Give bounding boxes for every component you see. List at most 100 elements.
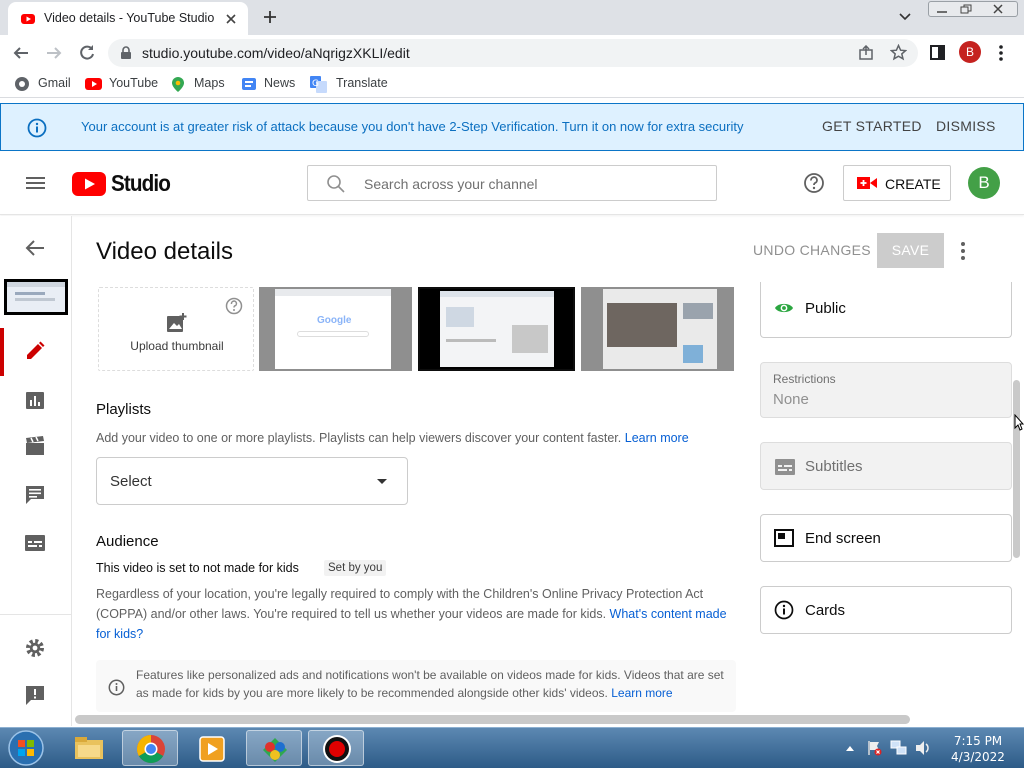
folder-icon (75, 736, 105, 760)
video-thumbnail-small[interactable] (4, 279, 68, 315)
browser-tab[interactable]: Video details - YouTube Studio (8, 2, 248, 35)
reload-icon[interactable] (78, 44, 96, 62)
hamburger-menu-icon[interactable] (26, 175, 46, 191)
feedback-icon[interactable] (24, 684, 46, 706)
security-banner: Your account is at greater risk of attac… (0, 103, 1024, 151)
subtitles-icon[interactable] (24, 534, 46, 552)
thumbnail-line (15, 292, 45, 295)
end-screen-label: End screen (805, 530, 881, 547)
browser-menu-icon[interactable] (998, 44, 1004, 62)
info-circle-icon (774, 600, 794, 620)
youtube-logo-icon (72, 172, 106, 196)
studio-logo[interactable]: Studio (72, 170, 172, 198)
taskbar-recorder[interactable] (308, 730, 364, 766)
playlists-description: Add your video to one or more playlists.… (96, 428, 736, 448)
thumbnail-block (512, 325, 548, 353)
notice-learn-more-link[interactable]: Learn more (611, 686, 672, 700)
address-bar[interactable]: studio.youtube.com/video/aNqrigzXKLI/edi… (108, 39, 918, 67)
comments-icon[interactable] (24, 484, 46, 506)
thumbnail-line (446, 339, 496, 342)
taskbar-app[interactable] (246, 730, 302, 766)
thumbnail-photo (607, 303, 677, 347)
account-avatar[interactable]: B (968, 167, 1000, 199)
notice-text-block: Features like personalized ads and notif… (136, 666, 726, 702)
thumbnail-bar (440, 291, 554, 297)
tab-search-chevron-icon[interactable] (898, 11, 912, 23)
thumbnail-bar (7, 282, 65, 287)
taskbar-chrome[interactable] (122, 730, 178, 766)
close-tab-icon[interactable] (224, 12, 238, 26)
volume-icon[interactable] (914, 740, 932, 756)
mouse-cursor-icon (1014, 414, 1024, 432)
more-options-icon[interactable] (960, 241, 966, 261)
audience-status: This video is set to not made for kids (96, 561, 299, 575)
end-screen-card[interactable]: End screen (760, 514, 1012, 562)
active-indicator (0, 328, 4, 376)
taskbar-clock[interactable]: 7:15 PM 4/3/2022 (938, 733, 1018, 765)
video-details-content: Video details UNDO CHANGES SAVE Upload t… (72, 216, 1024, 726)
thumbnail-screen: Google (275, 289, 391, 369)
save-button[interactable]: SAVE (877, 233, 944, 268)
visibility-card[interactable]: Public (760, 282, 1012, 338)
clock-time: 7:15 PM (953, 734, 1003, 748)
share-icon[interactable] (858, 45, 874, 61)
get-started-button[interactable]: GET STARTED (822, 118, 922, 134)
horizontal-scrollbar[interactable] (75, 715, 910, 724)
window-controls (928, 1, 1018, 17)
auto-thumbnail-3[interactable] (581, 287, 734, 371)
minimize-icon[interactable] (935, 4, 949, 15)
lock-icon[interactable] (120, 46, 132, 60)
new-tab-icon[interactable] (262, 9, 278, 25)
cards-card[interactable]: Cards (760, 586, 1012, 634)
record-icon (322, 734, 352, 764)
back-arrow-icon[interactable] (24, 238, 46, 258)
analytics-icon[interactable] (24, 390, 46, 410)
create-button[interactable]: CREATE (843, 165, 951, 201)
visibility-value: Public (805, 300, 846, 317)
visibility-eye-icon (774, 301, 794, 315)
restore-icon[interactable] (959, 3, 973, 15)
info-icon (27, 118, 47, 138)
svg-text:G: G (312, 79, 319, 89)
action-center-flag-icon[interactable] (866, 740, 882, 756)
thumbnail-help-icon[interactable] (225, 297, 243, 315)
undo-changes-button[interactable]: UNDO CHANGES (753, 242, 871, 258)
restrictions-card[interactable]: Restrictions None (760, 362, 1012, 418)
browser-profile-avatar[interactable]: B (959, 41, 981, 63)
playlist-select[interactable]: Select (96, 457, 408, 505)
auto-thumbnail-1[interactable]: Google (259, 287, 412, 371)
rail-divider (0, 614, 72, 615)
window-close-icon[interactable] (991, 3, 1005, 15)
start-orb-icon[interactable] (6, 729, 46, 767)
restrictions-label: Restrictions (773, 372, 836, 386)
back-arrow-icon[interactable] (12, 44, 30, 62)
network-icon[interactable] (890, 740, 908, 756)
subtitles-icon (775, 459, 795, 475)
playlists-learn-more-link[interactable]: Learn more (625, 431, 689, 445)
vertical-scrollbar[interactable] (1013, 380, 1020, 558)
browser-toolbar: studio.youtube.com/video/aNqrigzXKLI/edi… (0, 35, 1024, 71)
tab-title: Video details - YouTube Studio (44, 11, 215, 25)
bookmark-star-icon[interactable] (890, 44, 907, 61)
taskbar-explorer[interactable] (61, 730, 117, 766)
url-text: studio.youtube.com/video/aNqrigzXKLI/edi… (142, 45, 410, 61)
taskbar-media-player[interactable] (184, 730, 240, 766)
edit-pencil-icon[interactable] (24, 340, 46, 362)
dropdown-arrow-icon (376, 478, 388, 486)
editor-clapper-icon[interactable] (24, 436, 46, 456)
end-screen-icon (774, 529, 794, 547)
help-icon[interactable] (803, 172, 825, 194)
subtitles-card[interactable]: Subtitles (760, 442, 1012, 490)
thumbnail-line (15, 298, 55, 301)
auto-thumbnail-2-selected[interactable] (418, 287, 575, 371)
bookmark-label: News (264, 76, 296, 90)
create-label: CREATE (885, 176, 941, 192)
side-panel-icon[interactable] (929, 44, 946, 61)
settings-gear-icon[interactable] (24, 637, 46, 659)
dismiss-button[interactable]: DISMISS (936, 118, 996, 134)
playlists-description-text: Add your video to one or more playlists.… (96, 431, 622, 445)
search-input[interactable]: Search across your channel (307, 165, 717, 201)
forward-arrow-icon[interactable] (45, 44, 63, 62)
page-title: Video details (96, 238, 233, 265)
tray-up-arrow-icon[interactable] (845, 744, 855, 752)
